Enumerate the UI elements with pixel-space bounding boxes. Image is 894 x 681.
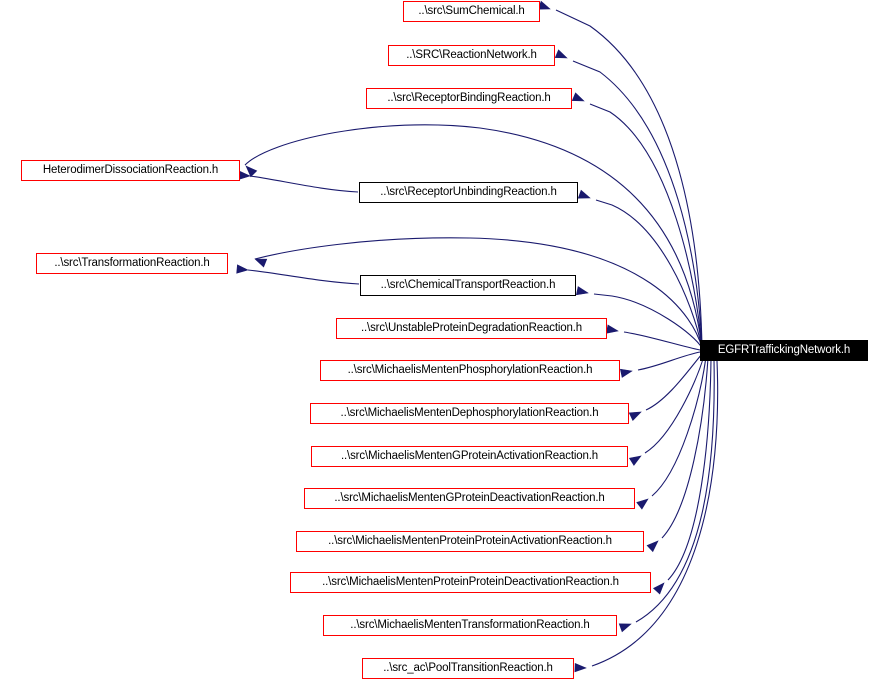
graph-node-unstable-protein-degradation-reaction[interactable]: ..\src\UnstableProteinDegradationReactio… bbox=[336, 318, 607, 339]
edge-e-reaction-network bbox=[572, 60, 703, 349]
edge-e-unbinding-to-heterodimer bbox=[249, 175, 359, 193]
graph-node-label: ..\src\ReceptorUnbindingReaction.h bbox=[380, 185, 557, 198]
graph-node-heterodimer-dissociation-reaction[interactable]: HeterodimerDissociationReaction.h bbox=[21, 160, 240, 181]
arrowhead-a-reaction-network bbox=[554, 49, 568, 59]
graph-node-michaelis-menten-gprotein-activation-reaction[interactable]: ..\src\MichaelisMentenGProteinActivation… bbox=[311, 446, 628, 467]
graph-node-reaction-network[interactable]: ..\SRC\ReactionNetwork.h bbox=[388, 45, 555, 66]
arrowhead-a-transport-to-transformation bbox=[236, 264, 249, 274]
arrowhead-a-chemical-transport bbox=[575, 286, 589, 296]
edge-e-mm-gprotein-deactivation bbox=[651, 356, 707, 497]
graph-node-label: ..\src\SumChemical.h bbox=[418, 4, 525, 17]
graph-node-label: ..\src\ReceptorBindingReaction.h bbox=[387, 91, 551, 104]
edge-e-unstable-protein bbox=[623, 331, 701, 351]
arrowhead-a-mm-phosphorylation bbox=[619, 368, 633, 378]
include-dependency-graph: ..\src\SumChemical.h ..\SRC\ReactionNetwo… bbox=[0, 0, 894, 681]
arrowhead-a-mm-gprotein-deactivation bbox=[636, 498, 649, 510]
arrowhead-a-mm-pp-deactivation bbox=[652, 582, 665, 595]
graph-node-label: EGFRTraffickingNetwork.h bbox=[717, 343, 851, 356]
edge-e-mm-dephosphorylation bbox=[645, 353, 703, 411]
graph-node-label: ..\src\UnstableProteinDegradationReactio… bbox=[360, 321, 583, 334]
graph-node-pool-transition-reaction[interactable]: ..\src_ac\PoolTransitionReaction.h bbox=[362, 658, 574, 679]
edge-e-chemical-transport-reaction bbox=[593, 293, 703, 349]
graph-node-sum-chemical[interactable]: ..\src\SumChemical.h bbox=[403, 1, 540, 22]
graph-node-label: ..\src\MichaelisMentenPhosphorylationRea… bbox=[347, 363, 593, 376]
arrowhead-a-mm-gprotein-activation bbox=[628, 455, 642, 466]
arrowhead-a-mm-dephosphorylation bbox=[628, 411, 642, 421]
graph-node-label: ..\src\MichaelisMentenGProteinDeactivati… bbox=[334, 491, 605, 504]
edge-e-mm-gprotein-activation bbox=[644, 355, 705, 454]
arrowhead-a-sum-chemical bbox=[537, 0, 551, 10]
arrowhead-a-receptor-unbinding bbox=[577, 189, 591, 199]
edge-e-receptor-unbinding-reaction bbox=[595, 199, 703, 349]
arrowhead-a-mm-transformation bbox=[618, 623, 632, 633]
graph-node-michaelis-menten-protein-protein-deactivation-reaction[interactable]: ..\src\MichaelisMentenProteinProteinDeac… bbox=[290, 572, 651, 593]
arrowhead-a-mm-pp-activation bbox=[646, 540, 659, 553]
graph-node-label: ..\src_ac\PoolTransitionReaction.h bbox=[383, 661, 553, 674]
graph-node-label: ..\src\MichaelisMentenTransformationReac… bbox=[350, 618, 590, 631]
graph-node-label: ..\src\TransformationReaction.h bbox=[54, 256, 210, 269]
graph-node-label: ..\src\MichaelisMentenProteinProteinDeac… bbox=[322, 575, 619, 588]
graph-node-michaelis-menten-protein-protein-activation-reaction[interactable]: ..\src\MichaelisMentenProteinProteinActi… bbox=[296, 531, 644, 552]
graph-node-michaelis-menten-phosphorylation-reaction[interactable]: ..\src\MichaelisMentenPhosphorylationRea… bbox=[320, 360, 620, 381]
graph-node-receptor-unbinding-reaction[interactable]: ..\src\ReceptorUnbindingReaction.h bbox=[359, 182, 578, 203]
graph-node-michaelis-menten-dephosphorylation-reaction[interactable]: ..\src\MichaelisMentenDephosphorylationR… bbox=[310, 403, 629, 424]
graph-node-label: ..\src\MichaelisMentenDephosphorylationR… bbox=[340, 406, 599, 419]
edge-e-heterodimer-upper bbox=[244, 124, 703, 349]
graph-node-transformation-reaction[interactable]: ..\src\TransformationReaction.h bbox=[36, 253, 228, 274]
arrowhead-a-unstable-protein bbox=[606, 324, 619, 334]
graph-node-michaelis-menten-transformation-reaction[interactable]: ..\src\MichaelisMentenTransformationReac… bbox=[323, 615, 617, 636]
graph-node-michaelis-menten-gprotein-deactivation-reaction[interactable]: ..\src\MichaelisMentenGProteinDeactivati… bbox=[304, 488, 635, 509]
graph-node-label: ..\SRC\ReactionNetwork.h bbox=[406, 48, 537, 61]
graph-node-egfr-trafficking-network[interactable]: EGFRTraffickingNetwork.h bbox=[700, 340, 868, 361]
graph-node-chemical-transport-reaction[interactable]: ..\src\ChemicalTransportReaction.h bbox=[360, 275, 576, 296]
arrowhead-a-receptor-binding bbox=[571, 92, 585, 102]
arrowhead-a-pool-transition bbox=[574, 662, 587, 673]
edge-e-sum-chemical bbox=[555, 9, 703, 349]
graph-node-label: ..\src\ChemicalTransportReaction.h bbox=[380, 278, 556, 291]
graph-node-label: HeterodimerDissociationReaction.h bbox=[42, 163, 219, 176]
graph-node-receptor-binding-reaction[interactable]: ..\src\ReceptorBindingReaction.h bbox=[366, 88, 572, 109]
edge-e-transport-to-transformation bbox=[247, 269, 360, 285]
graph-node-label: ..\src\MichaelisMentenProteinProteinActi… bbox=[328, 534, 612, 547]
graph-node-label: ..\src\MichaelisMentenGProteinActivation… bbox=[340, 449, 599, 462]
